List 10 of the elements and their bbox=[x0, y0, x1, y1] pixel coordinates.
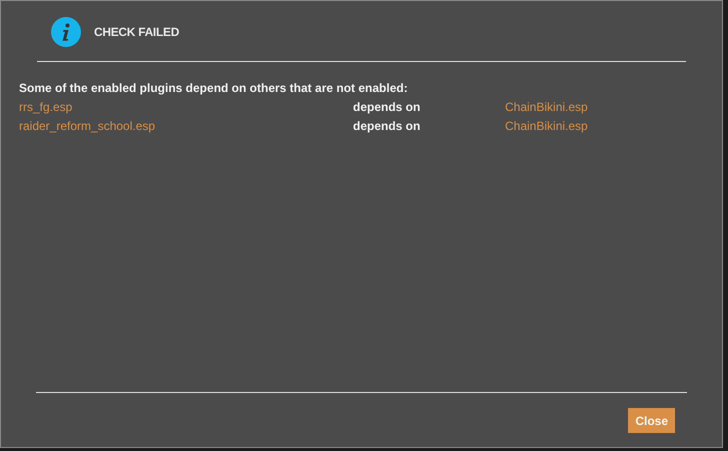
message-text: Some of the enabled plugins depend on others that are not enabled: bbox=[19, 80, 409, 97]
relation-text: depends on bbox=[353, 98, 422, 116]
dependency-name: ChainBikini.esp bbox=[505, 98, 588, 116]
dependency-name: ChainBikini.esp bbox=[505, 118, 588, 134]
close-button[interactable]: Close bbox=[628, 408, 675, 433]
info-icon bbox=[51, 16, 81, 46]
plugin-name: rrs_fg.esp bbox=[19, 98, 74, 116]
dialog-title: CHECK FAILED bbox=[94, 24, 180, 40]
relation-text: depends on bbox=[353, 118, 422, 134]
plugin-name: raider_reform_school.esp bbox=[19, 118, 156, 134]
